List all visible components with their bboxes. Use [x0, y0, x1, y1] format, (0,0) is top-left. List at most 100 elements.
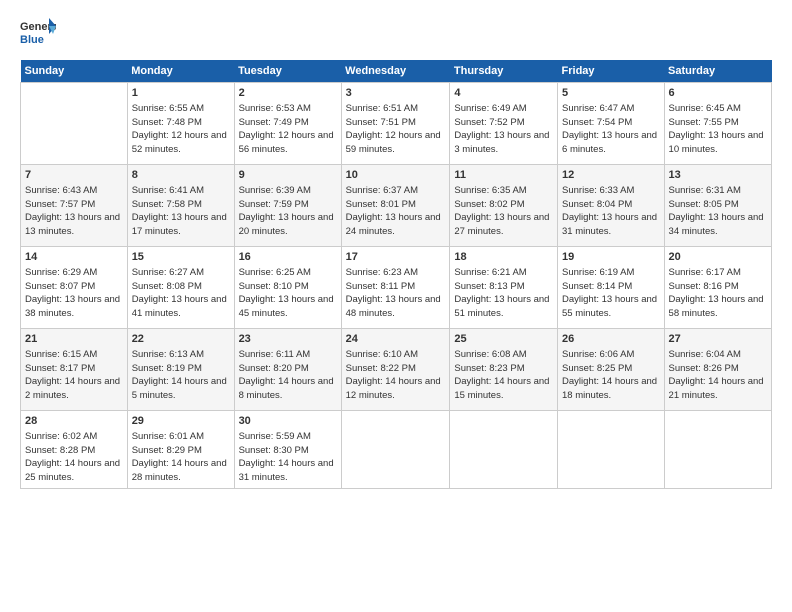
calendar-cell: 22Sunrise: 6:13 AMSunset: 8:19 PMDayligh…	[127, 329, 234, 411]
day-info: Sunrise: 6:53 AMSunset: 7:49 PMDaylight:…	[239, 103, 334, 155]
day-number: 5	[562, 86, 660, 101]
day-number: 6	[669, 86, 767, 101]
day-number: 8	[132, 168, 230, 183]
day-info: Sunrise: 6:21 AMSunset: 8:13 PMDaylight:…	[454, 267, 549, 319]
day-info: Sunrise: 6:19 AMSunset: 8:14 PMDaylight:…	[562, 267, 657, 319]
calendar-cell	[21, 83, 128, 165]
day-info: Sunrise: 6:01 AMSunset: 8:29 PMDaylight:…	[132, 431, 227, 483]
day-info: Sunrise: 6:10 AMSunset: 8:22 PMDaylight:…	[346, 349, 441, 401]
calendar-cell: 23 Sunrise: 6:11 AMSunset: 8:20 PMDayligh…	[234, 329, 341, 411]
calendar-week-1: 1 Sunrise: 6:55 AMSunset: 7:48 PMDaylight…	[21, 83, 772, 165]
calendar-cell: 10 Sunrise: 6:37 AMSunset: 8:01 PMDayligh…	[341, 165, 450, 247]
calendar-cell: 26Sunrise: 6:06 AMSunset: 8:25 PMDayligh…	[558, 329, 665, 411]
day-number: 22	[132, 332, 230, 347]
day-info: Sunrise: 6:35 AMSunset: 8:02 PMDaylight:…	[454, 185, 549, 237]
calendar-cell: 27 Sunrise: 6:04 AMSunset: 8:26 PMDayligh…	[664, 329, 771, 411]
day-info: Sunrise: 6:17 AMSunset: 8:16 PMDaylight:…	[669, 267, 764, 319]
day-info: Sunrise: 6:11 AMSunset: 8:20 PMDaylight:…	[239, 349, 334, 401]
calendar-week-5: 28 Sunrise: 6:02 AMSunset: 8:28 PMDayligh…	[21, 411, 772, 489]
calendar-header-row: SundayMondayTuesdayWednesdayThursdayFrid…	[21, 60, 772, 83]
day-number: 25	[454, 332, 553, 347]
calendar-cell	[664, 411, 771, 489]
day-info: Sunrise: 6:15 AMSunset: 8:17 PMDaylight:…	[25, 349, 120, 401]
day-number: 28	[25, 414, 123, 429]
day-number: 24	[346, 332, 446, 347]
calendar-cell: 30 Sunrise: 5:59 AMSunset: 8:30 PMDayligh…	[234, 411, 341, 489]
calendar-cell: 7 Sunrise: 6:43 AMSunset: 7:57 PMDaylight…	[21, 165, 128, 247]
header: GeneralBlue	[20, 16, 772, 52]
day-info: Sunrise: 6:02 AMSunset: 8:28 PMDaylight:…	[25, 431, 120, 483]
calendar-cell: 18 Sunrise: 6:21 AMSunset: 8:13 PMDayligh…	[450, 247, 558, 329]
calendar-cell: 2Sunrise: 6:53 AMSunset: 7:49 PMDaylight…	[234, 83, 341, 165]
calendar-cell: 9 Sunrise: 6:39 AMSunset: 7:59 PMDaylight…	[234, 165, 341, 247]
day-info: Sunrise: 6:45 AMSunset: 7:55 PMDaylight:…	[669, 103, 764, 155]
day-number: 7	[25, 168, 123, 183]
day-number: 30	[239, 414, 337, 429]
day-info: Sunrise: 6:39 AMSunset: 7:59 PMDaylight:…	[239, 185, 334, 237]
calendar-cell: 25 Sunrise: 6:08 AMSunset: 8:23 PMDayligh…	[450, 329, 558, 411]
calendar-week-3: 14 Sunrise: 6:29 AMSunset: 8:07 PMDayligh…	[21, 247, 772, 329]
day-info: Sunrise: 6:27 AMSunset: 8:08 PMDaylight:…	[132, 267, 227, 319]
calendar-cell: 16 Sunrise: 6:25 AMSunset: 8:10 PMDayligh…	[234, 247, 341, 329]
day-info: Sunrise: 6:04 AMSunset: 8:26 PMDaylight:…	[669, 349, 764, 401]
day-number: 17	[346, 250, 446, 265]
day-number: 14	[25, 250, 123, 265]
day-number: 15	[132, 250, 230, 265]
calendar-cell: 21 Sunrise: 6:15 AMSunset: 8:17 PMDayligh…	[21, 329, 128, 411]
calendar-cell: 19 Sunrise: 6:19 AMSunset: 8:14 PMDayligh…	[558, 247, 665, 329]
calendar-cell: 8 Sunrise: 6:41 AMSunset: 7:58 PMDaylight…	[127, 165, 234, 247]
calendar-cell	[341, 411, 450, 489]
day-info: Sunrise: 6:49 AMSunset: 7:52 PMDaylight:…	[454, 103, 549, 155]
calendar-cell: 24 Sunrise: 6:10 AMSunset: 8:22 PMDayligh…	[341, 329, 450, 411]
calendar-cell: 29 Sunrise: 6:01 AMSunset: 8:29 PMDayligh…	[127, 411, 234, 489]
calendar-week-4: 21 Sunrise: 6:15 AMSunset: 8:17 PMDayligh…	[21, 329, 772, 411]
calendar-cell: 1 Sunrise: 6:55 AMSunset: 7:48 PMDaylight…	[127, 83, 234, 165]
day-number: 21	[25, 332, 123, 347]
day-number: 10	[346, 168, 446, 183]
calendar-cell: 6 Sunrise: 6:45 AMSunset: 7:55 PMDaylight…	[664, 83, 771, 165]
calendar-cell: 14 Sunrise: 6:29 AMSunset: 8:07 PMDayligh…	[21, 247, 128, 329]
calendar-table: SundayMondayTuesdayWednesdayThursdayFrid…	[20, 60, 772, 489]
calendar-cell	[450, 411, 558, 489]
calendar-cell: 4Sunrise: 6:49 AMSunset: 7:52 PMDaylight…	[450, 83, 558, 165]
calendar-week-2: 7 Sunrise: 6:43 AMSunset: 7:57 PMDaylight…	[21, 165, 772, 247]
day-info: Sunrise: 6:41 AMSunset: 7:58 PMDaylight:…	[132, 185, 227, 237]
day-number: 18	[454, 250, 553, 265]
day-number: 19	[562, 250, 660, 265]
logo: GeneralBlue	[20, 16, 56, 52]
day-info: Sunrise: 6:06 AMSunset: 8:25 PMDaylight:…	[562, 349, 657, 401]
day-info: Sunrise: 6:55 AMSunset: 7:48 PMDaylight:…	[132, 103, 227, 155]
day-info: Sunrise: 6:08 AMSunset: 8:23 PMDaylight:…	[454, 349, 549, 401]
day-number: 29	[132, 414, 230, 429]
day-number: 1	[132, 86, 230, 101]
day-info: Sunrise: 6:43 AMSunset: 7:57 PMDaylight:…	[25, 185, 120, 237]
calendar-header-wednesday: Wednesday	[341, 60, 450, 83]
calendar-cell: 20 Sunrise: 6:17 AMSunset: 8:16 PMDayligh…	[664, 247, 771, 329]
day-info: Sunrise: 6:47 AMSunset: 7:54 PMDaylight:…	[562, 103, 657, 155]
day-info: Sunrise: 6:31 AMSunset: 8:05 PMDaylight:…	[669, 185, 764, 237]
day-number: 27	[669, 332, 767, 347]
calendar-cell: 13 Sunrise: 6:31 AMSunset: 8:05 PMDayligh…	[664, 165, 771, 247]
calendar-header-saturday: Saturday	[664, 60, 771, 83]
day-number: 9	[239, 168, 337, 183]
day-number: 16	[239, 250, 337, 265]
day-number: 13	[669, 168, 767, 183]
calendar-header-tuesday: Tuesday	[234, 60, 341, 83]
day-number: 12	[562, 168, 660, 183]
day-info: Sunrise: 6:33 AMSunset: 8:04 PMDaylight:…	[562, 185, 657, 237]
calendar-cell: 11 Sunrise: 6:35 AMSunset: 8:02 PMDayligh…	[450, 165, 558, 247]
calendar-cell	[558, 411, 665, 489]
page: GeneralBlue SundayMondayTuesdayWednesday…	[0, 0, 792, 612]
day-number: 20	[669, 250, 767, 265]
day-info: Sunrise: 6:25 AMSunset: 8:10 PMDaylight:…	[239, 267, 334, 319]
day-info: Sunrise: 5:59 AMSunset: 8:30 PMDaylight:…	[239, 431, 334, 483]
day-info: Sunrise: 6:51 AMSunset: 7:51 PMDaylight:…	[346, 103, 441, 155]
calendar-cell: 17 Sunrise: 6:23 AMSunset: 8:11 PMDayligh…	[341, 247, 450, 329]
day-info: Sunrise: 6:37 AMSunset: 8:01 PMDaylight:…	[346, 185, 441, 237]
day-info: Sunrise: 6:29 AMSunset: 8:07 PMDaylight:…	[25, 267, 120, 319]
calendar-cell: 3 Sunrise: 6:51 AMSunset: 7:51 PMDaylight…	[341, 83, 450, 165]
day-info: Sunrise: 6:23 AMSunset: 8:11 PMDaylight:…	[346, 267, 441, 319]
day-number: 3	[346, 86, 446, 101]
day-number: 11	[454, 168, 553, 183]
day-number: 23	[239, 332, 337, 347]
